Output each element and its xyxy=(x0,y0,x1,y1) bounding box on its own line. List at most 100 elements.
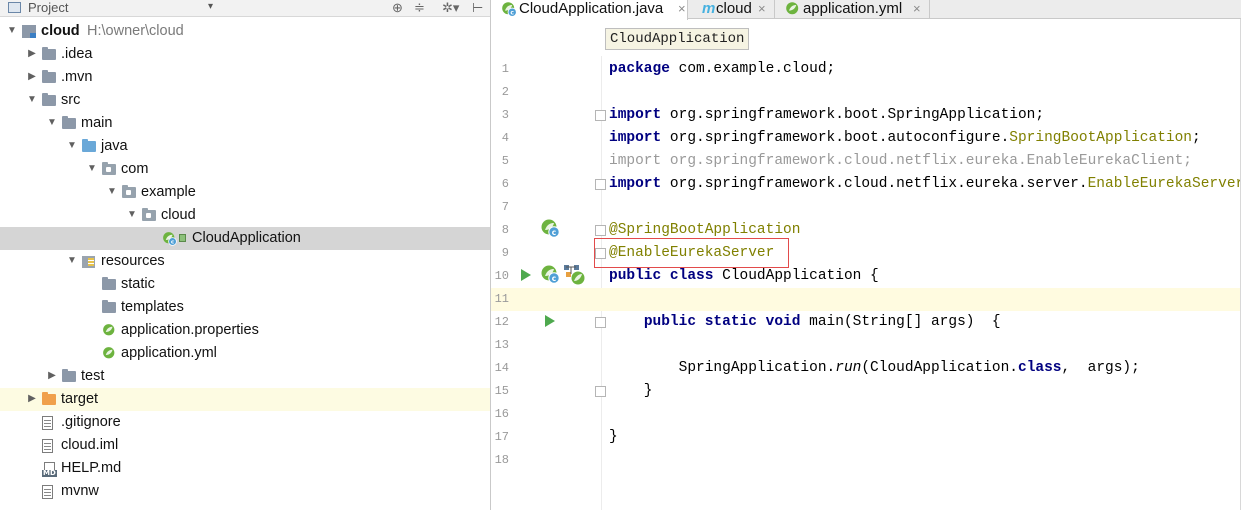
code-line: 14 SpringApplication.run(CloudApplicatio… xyxy=(491,357,1241,380)
line-number: 2 xyxy=(501,85,509,99)
editor-tab-bar: c CloudApplication.java × m cloud × applicatio… xyxy=(491,0,1241,20)
project-icon xyxy=(8,2,21,13)
tree-item-java[interactable]: ▼ java xyxy=(0,135,490,158)
unused-import-token: import org.springframework.cloud.netflix… xyxy=(609,153,1192,169)
expand-arrow-down-icon[interactable]: ▼ xyxy=(6,24,18,38)
folder-icon xyxy=(42,70,56,83)
tree-item-target[interactable]: ▶ target xyxy=(0,388,490,411)
tree-item-label: main xyxy=(81,115,113,131)
line-number: 7 xyxy=(501,200,509,214)
code-token: (CloudApplication. xyxy=(861,360,1018,376)
tree-item-application-yml[interactable]: application.yml xyxy=(0,342,490,365)
tree-item-test[interactable]: ▶ test xyxy=(0,365,490,388)
folder-icon xyxy=(102,277,116,290)
annotation-highlight-box xyxy=(594,238,789,268)
tree-item-idea[interactable]: ▶ .idea xyxy=(0,43,490,66)
code-line: 16 xyxy=(491,403,1241,426)
expand-arrow-down-icon[interactable]: ▼ xyxy=(86,162,98,176)
expand-arrow-right-icon[interactable]: ▶ xyxy=(26,47,38,61)
code-token: , args); xyxy=(1061,360,1140,376)
tab-cloudapplication-java[interactable]: c CloudApplication.java × xyxy=(491,0,688,20)
expand-arrow-down-icon[interactable]: ▼ xyxy=(66,254,78,268)
expand-arrow-down-icon[interactable]: ▼ xyxy=(26,93,38,107)
expand-arrow-down-icon[interactable]: ▼ xyxy=(66,139,78,153)
fold-marker-icon[interactable] xyxy=(595,110,606,121)
folder-icon xyxy=(42,93,56,106)
project-panel-title[interactable]: Project xyxy=(28,0,68,15)
resources-folder-icon xyxy=(82,256,95,268)
tree-item-cloud-iml[interactable]: cloud.iml xyxy=(0,434,490,457)
code-text: package com.example.cloud; xyxy=(609,60,835,79)
tree-item-label: HELP.md xyxy=(61,460,122,476)
fold-marker-icon[interactable] xyxy=(595,317,606,328)
close-icon[interactable]: × xyxy=(758,1,766,16)
folder-icon xyxy=(62,369,76,382)
tree-item-label: mvnw xyxy=(61,483,99,499)
tree-item-label: src xyxy=(61,92,81,108)
code-line: 3 import org.springframework.boot.SpringA… xyxy=(491,104,1241,127)
tree-item-application-properties[interactable]: application.properties xyxy=(0,319,490,342)
tree-item-cloudapplication[interactable]: c CloudApplication xyxy=(0,227,490,250)
line-number: 1 xyxy=(501,62,509,76)
target-icon[interactable]: ⊕ xyxy=(392,0,403,15)
tree-item-label: cloud xyxy=(161,207,196,223)
tab-application-yml[interactable]: application.yml × xyxy=(775,0,930,19)
expand-arrow-down-icon[interactable]: ▼ xyxy=(46,116,58,130)
tree-item-resources[interactable]: ▼ resources xyxy=(0,250,490,273)
tab-cloud[interactable]: m cloud × xyxy=(688,0,775,19)
keyword-token: public static void xyxy=(643,314,801,330)
tree-item-mvnw[interactable]: mvnw xyxy=(0,480,490,503)
code-line: 1 package com.example.cloud; xyxy=(491,58,1241,81)
close-icon[interactable]: × xyxy=(678,1,686,16)
code-line: 10 public class CloudApplication { xyxy=(491,265,1241,288)
fold-marker-icon[interactable] xyxy=(595,386,606,397)
file-icon xyxy=(42,485,53,499)
tree-item-gitignore[interactable]: .gitignore xyxy=(0,411,490,434)
hide-icon[interactable]: ⊢ xyxy=(472,0,483,15)
tree-item-com[interactable]: ▼ com xyxy=(0,158,490,181)
tree-item-main[interactable]: ▼ main xyxy=(0,112,490,135)
tab-label: cloud xyxy=(716,0,752,17)
tree-item-templates[interactable]: templates xyxy=(0,296,490,319)
project-panel: Project ▾ ⊕ ≑ ✲▾ ⊢ ▼ cloud H:\owner\cloud ▶… xyxy=(0,0,490,510)
tree-item-label: cloud xyxy=(41,23,80,39)
tree-item-label: CloudApplication xyxy=(192,230,301,246)
tree-item-src[interactable]: ▼ src xyxy=(0,89,490,112)
breadcrumb[interactable]: CloudApplication xyxy=(605,28,750,50)
expand-arrow-right-icon[interactable]: ▶ xyxy=(46,369,58,383)
package-icon xyxy=(142,208,156,221)
expand-arrow-down-icon[interactable]: ▼ xyxy=(126,208,138,222)
keyword-token: package xyxy=(609,61,670,77)
tree-item-cloud[interactable]: ▼ cloud H:\owner\cloud xyxy=(0,20,490,43)
code-line: 12 public static void main(String[] args… xyxy=(491,311,1241,334)
fold-marker-icon[interactable] xyxy=(595,225,606,236)
tab-label: CloudApplication.java xyxy=(519,0,664,17)
editor: c CloudApplication.java × m cloud × applicatio… xyxy=(491,0,1241,510)
code-token: } xyxy=(609,383,653,399)
tree-item-cloud[interactable]: ▼ cloud xyxy=(0,204,490,227)
tree-item-static[interactable]: static xyxy=(0,273,490,296)
settings-icon[interactable]: ✲▾ xyxy=(442,0,459,15)
tree-item-mvn[interactable]: ▶ .mvn xyxy=(0,66,490,89)
tree-item-example[interactable]: ▼ example xyxy=(0,181,490,204)
expand-arrow-down-icon[interactable]: ▼ xyxy=(106,185,118,199)
code-text: SpringApplication.run(CloudApplication.c… xyxy=(609,359,1140,378)
expand-arrow-right-icon[interactable]: ▶ xyxy=(26,392,38,406)
line-number: 14 xyxy=(494,361,509,375)
tree-item-help-md[interactable]: MD HELP.md xyxy=(0,457,490,480)
tree-item-label: .gitignore xyxy=(61,414,121,430)
tree-item-label: cloud.iml xyxy=(61,437,119,453)
code-token: } xyxy=(609,429,618,445)
annotation-token: @SpringBootApplication xyxy=(609,222,801,238)
expand-arrow-right-icon[interactable]: ▶ xyxy=(26,70,38,84)
package-icon xyxy=(122,185,136,198)
collapse-icon[interactable]: ≑ xyxy=(414,0,425,15)
keyword-token: public class xyxy=(609,268,714,284)
close-icon[interactable]: × xyxy=(913,1,921,16)
tree-item-label: test xyxy=(81,368,105,384)
fold-marker-icon[interactable] xyxy=(595,179,606,190)
project-view-dropdown-icon[interactable]: ▾ xyxy=(208,1,213,12)
code-text: public static void main(String[] args) { xyxy=(609,313,1001,332)
code-line: 18 xyxy=(491,449,1241,472)
line-number: 11 xyxy=(494,292,509,306)
